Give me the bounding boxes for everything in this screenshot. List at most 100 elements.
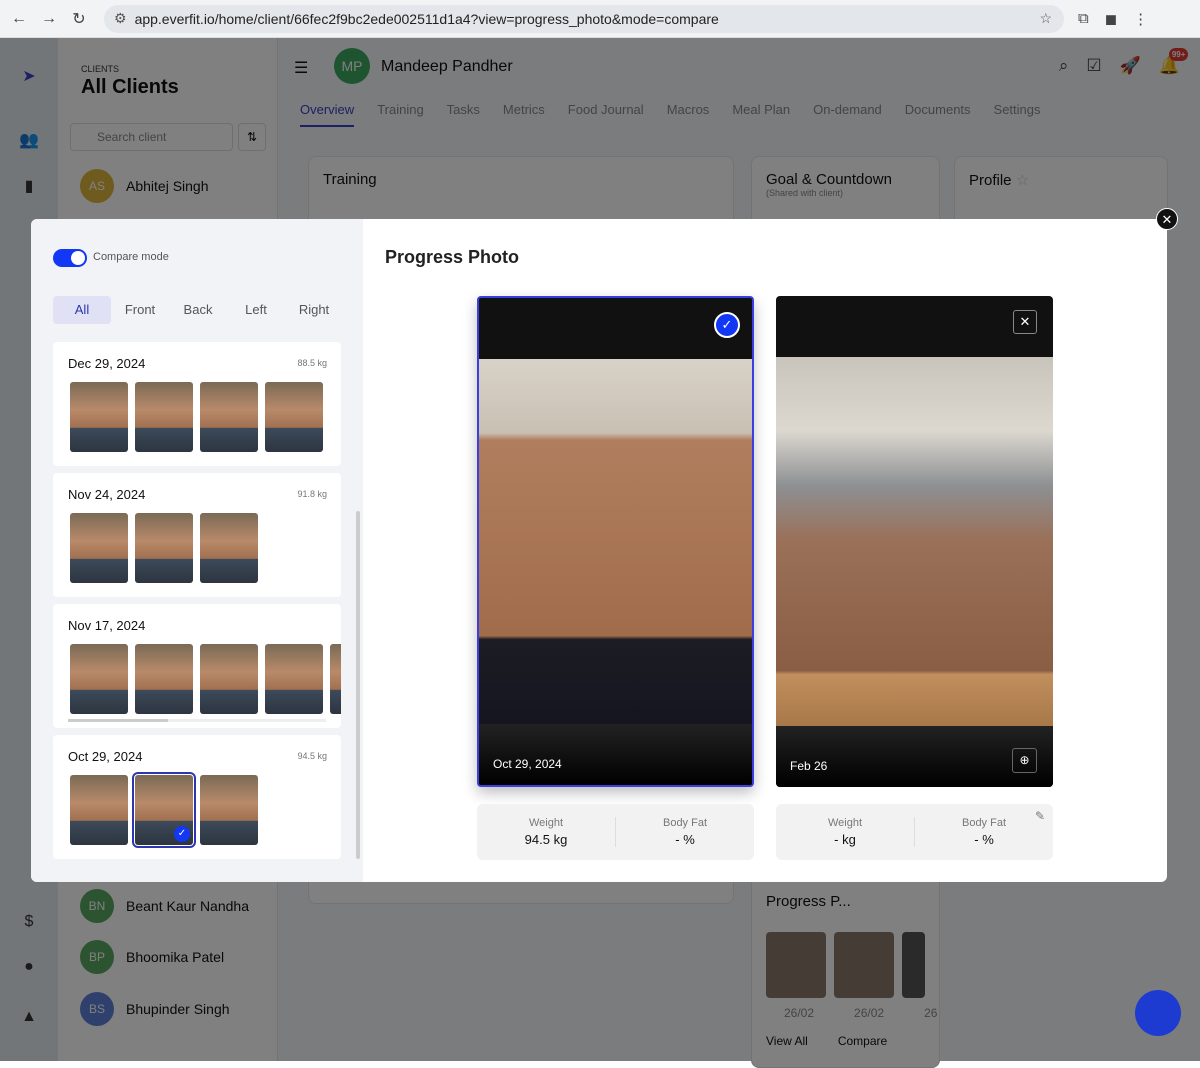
star-icon[interactable]: ☆ [1016,172,1029,189]
close-modal-icon[interactable]: ✕ [1156,208,1178,230]
bodyfat-label: Body Fat [662,817,708,829]
tab-settings[interactable]: Settings [994,102,1041,127]
progress-photo-image [479,359,752,728]
photo-thumb[interactable] [70,513,128,583]
reload-icon[interactable]: ↻ [68,9,90,29]
site-info-icon[interactable]: ⚙ [114,10,127,27]
sort-button[interactable]: ⇅ [238,123,266,151]
weight-label: Weight [528,817,564,829]
photo-thumb[interactable] [135,513,193,583]
compare-mode-label: Compare mode [93,251,169,263]
progress-thumb[interactable] [902,932,925,998]
client-avatar: MP [334,48,370,84]
weight-value: 94.5 kg [524,832,568,847]
client-item[interactable]: BS Bhupinder Singh [80,992,230,1026]
edit-pencil-icon[interactable]: ✎ [1035,809,1045,823]
group-date: Nov 24, 2024 [68,487,146,502]
avatar: BP [80,940,114,974]
progress-thumb[interactable] [834,932,895,998]
group-date: Dec 29, 2024 [68,356,146,371]
photo-thumb[interactable] [135,382,193,452]
clients-icon[interactable]: 👥 [17,130,41,154]
filter-all[interactable]: All [53,296,111,324]
photo-groups: Dec 29, 2024 88.5 kg Nov 24, 2024 91.8 kg … [53,342,341,866]
photo-thumb[interactable] [70,382,128,452]
goal-subtitle: (Shared with client) [766,188,844,198]
payment-icon[interactable]: $ [17,913,41,937]
bodyfat-value: - % [974,832,994,847]
photo-thumb[interactable] [70,775,128,845]
photo-thumb[interactable] [200,382,258,452]
horizontal-scrollbar[interactable] [68,719,326,722]
extensions-icon[interactable]: ⧉ [1078,10,1089,28]
client-item[interactable]: AS Abhitej Singh [80,169,209,203]
avatar: BS [80,992,114,1026]
tab-food-journal[interactable]: Food Journal [568,102,644,127]
address-bar[interactable]: ⚙ app.everfit.io/home/client/66fec2f9bc2e… [104,4,1064,33]
profile-icon[interactable]: ◼ [1105,10,1117,28]
filter-right[interactable]: Right [285,296,343,324]
client-item[interactable]: BN Beant Kaur Nandha [80,889,249,923]
zoom-in-icon[interactable]: ⊕ [1012,748,1037,773]
menu-icon[interactable]: ⋮ [1133,10,1148,28]
tab-meal-plan[interactable]: Meal Plan [732,102,790,127]
misc-icon[interactable]: ▲ [17,1008,41,1032]
client-name-header: Mandeep Pandher [381,58,513,75]
compare-button[interactable]: Compare [838,1034,887,1048]
filter-left[interactable]: Left [227,296,285,324]
back-icon[interactable]: ← [8,10,30,28]
search-client-input[interactable]: Search client [70,123,233,151]
client-item[interactable]: BP Bhoomika Patel [80,940,224,974]
compare-photo-right[interactable]: ✕ Feb 26 ⊕ [776,296,1053,787]
tab-training[interactable]: Training [377,102,423,127]
remove-photo-icon[interactable]: ✕ [1013,310,1037,334]
bell-icon[interactable]: 🔔 99+ [1159,48,1189,76]
photo-thumb[interactable] [200,775,258,845]
chat-support-button[interactable] [1135,990,1181,1036]
photo-group: Nov 17, 2024 [53,604,341,728]
notification-badge: 99+ [1168,48,1189,61]
photo-thumb-selected[interactable]: ✓ [132,772,196,848]
tab-documents[interactable]: Documents [905,102,971,127]
client-name: Beant Kaur Nandha [126,898,249,914]
tab-metrics[interactable]: Metrics [503,102,545,127]
compare-photo-left[interactable]: ✓ Oct 29, 2024 [477,296,754,787]
photo-thumb[interactable] [200,513,258,583]
thumb-date: 26 [924,1006,938,1020]
progress-thumb[interactable] [766,932,827,998]
filter-front[interactable]: Front [111,296,169,324]
photo-thumb[interactable] [265,382,323,452]
angle-filter-tabs: All Front Back Left Right [53,296,343,324]
tab-on-demand[interactable]: On-demand [813,102,882,127]
tab-macros[interactable]: Macros [667,102,710,127]
right-photo-stats: ✎ Weight - kg Body Fat - % [776,804,1053,860]
collapse-menu-icon[interactable]: ☰ [294,58,308,78]
thumb-date: 26/02 [784,1006,815,1020]
bodyfat-value: - % [675,832,695,847]
forward-icon[interactable]: → [38,10,60,28]
compare-mode-toggle[interactable] [53,249,87,267]
photo-thumb[interactable] [200,644,258,714]
group-date: Nov 17, 2024 [68,618,146,633]
bookmark-star-icon[interactable]: ☆ [1039,10,1052,27]
profile-title: Profile [969,172,1012,189]
modal-title: Progress Photo [385,247,520,267]
photo-group: Nov 24, 2024 91.8 kg [53,473,341,597]
tasks-icon[interactable]: ☑ [1086,56,1101,76]
search-icon[interactable]: ⌕ [1059,56,1069,76]
vertical-scrollbar[interactable] [356,511,360,859]
selected-check-icon[interactable]: ✓ [714,312,740,338]
client-name: Abhitej Singh [126,178,209,194]
photo-thumb[interactable] [265,644,323,714]
tab-overview[interactable]: Overview [300,102,355,127]
filter-back[interactable]: Back [169,296,227,324]
library-icon[interactable]: ▮ [17,176,41,200]
photo-thumb[interactable] [135,644,193,714]
rocket-icon[interactable]: 🚀 [1120,56,1141,76]
clients-label: CLIENTS [81,64,120,74]
view-all-button[interactable]: View All [766,1034,808,1048]
tab-tasks[interactable]: Tasks [447,102,480,127]
photo-thumb[interactable] [330,644,341,714]
community-icon[interactable]: ● [17,958,41,982]
photo-thumb[interactable] [70,644,128,714]
